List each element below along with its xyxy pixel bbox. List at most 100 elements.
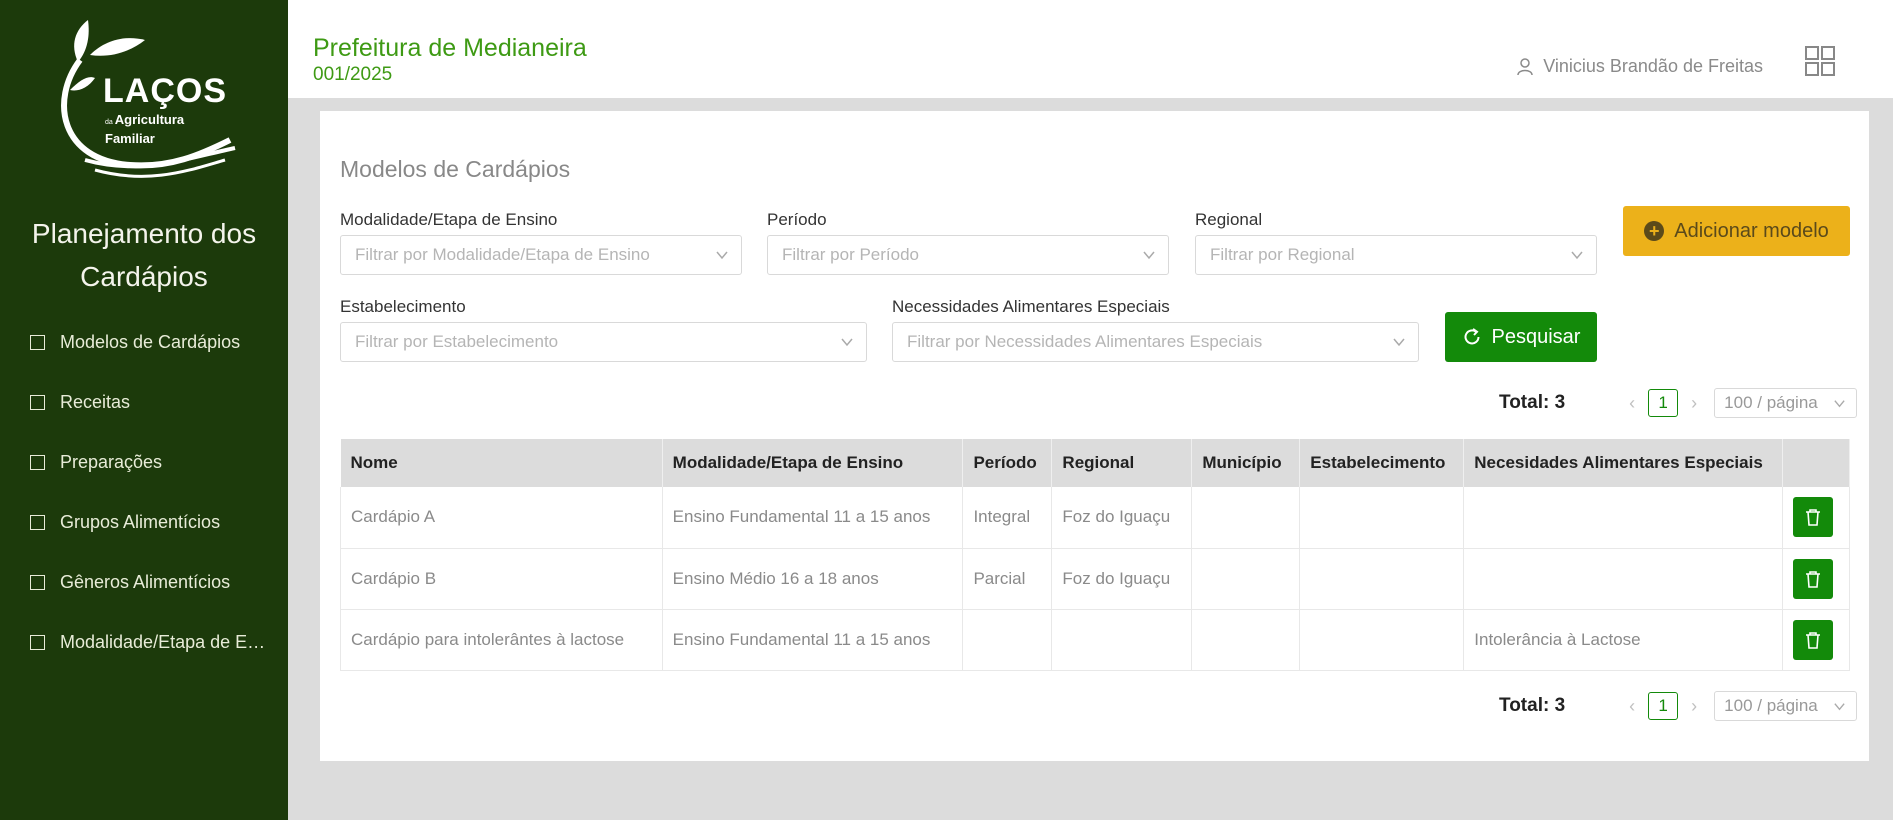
cell-necessidades <box>1463 487 1783 549</box>
search-button[interactable]: Pesquisar <box>1445 312 1597 362</box>
chevron-down-icon <box>1393 338 1405 347</box>
main-card: Modelos de Cardápios Modalidade/Etapa de… <box>320 111 1869 761</box>
trash-icon <box>1805 509 1820 527</box>
page-title: Modelos de Cardápios <box>340 156 571 182</box>
add-model-button[interactable]: + Adicionar modelo <box>1623 206 1850 256</box>
column-header[interactable]: Modalidade/Etapa de Ensino <box>662 439 964 487</box>
total-count: Total: 3 <box>1499 695 1566 716</box>
page-size-value: 100 / página <box>1724 696 1818 715</box>
cell-periodo: Integral <box>962 487 1053 549</box>
trash-icon <box>1805 631 1820 649</box>
filter-modalidade-select[interactable]: Filtrar por Modalidade/Etapa de Ensino <box>340 235 742 275</box>
cell-regional <box>1051 609 1193 671</box>
column-header-actions <box>1782 439 1851 487</box>
sidebar: LAÇOS da Agricultura Familiar Planejament… <box>0 0 288 820</box>
square-icon <box>30 634 45 650</box>
cell-actions <box>1782 609 1851 671</box>
chevron-down-icon <box>1834 703 1845 711</box>
delete-button[interactable] <box>1792 619 1833 660</box>
table-header-row: Nome Modalidade/Etapa de Ensino Período … <box>340 439 1851 487</box>
column-header[interactable]: Nome <box>340 439 663 487</box>
page-size-select[interactable]: 100 / página <box>1714 691 1858 721</box>
page-size-select[interactable]: 100 / página <box>1714 388 1858 418</box>
models-table: Nome Modalidade/Etapa de Ensino Período … <box>340 439 1851 671</box>
sidebar-item-preparacoes[interactable]: Preparações <box>30 432 280 492</box>
sidebar-item-generos-alimenticios[interactable]: Gêneros Alimentícios <box>30 552 280 612</box>
filter-label-estabelecimento: Estabelecimento <box>340 297 466 316</box>
cell-periodo: Parcial <box>962 548 1053 610</box>
sidebar-item-modelos-cardapios[interactable]: Modelos de Cardápios <box>30 312 280 372</box>
cell-actions <box>1782 487 1851 549</box>
cell-estabelecimento <box>1299 548 1465 610</box>
search-label: Pesquisar <box>1491 325 1581 348</box>
cell-nome: Cardápio B <box>340 548 663 610</box>
column-header[interactable]: Estabelecimento <box>1299 439 1465 487</box>
sidebar-item-modalidade-etapa[interactable]: Modalidade/Etapa de Ensino <box>30 612 280 672</box>
column-header[interactable]: Município <box>1191 439 1301 487</box>
logo-subtitle: da Agricultura Familiar <box>105 112 184 147</box>
select-placeholder: Filtrar por Período <box>782 245 919 264</box>
organization-code: 001/2025 <box>313 64 393 85</box>
cell-regional: Foz do Iguaçu <box>1051 487 1193 549</box>
logo-line1: Agricultura <box>114 112 185 127</box>
column-header[interactable]: Regional <box>1051 439 1193 487</box>
delete-button[interactable] <box>1792 497 1833 538</box>
chevron-left-icon[interactable]: ‹ <box>1620 696 1644 717</box>
sidebar-title: Planejamento dos Cardápios <box>0 212 288 298</box>
trash-icon <box>1805 570 1820 588</box>
filter-necessidades-select[interactable]: Filtrar por Necessidades Alimentares Esp… <box>892 322 1419 362</box>
user-menu[interactable]: Vinicius Brandão de Freitas <box>1517 56 1763 77</box>
apps-grid-icon[interactable] <box>1805 46 1835 76</box>
column-header[interactable]: Período <box>962 439 1053 487</box>
table-row[interactable]: Cardápio para intolerântes à lactose Ens… <box>340 609 1851 671</box>
page-number[interactable]: 1 <box>1648 389 1679 417</box>
filter-label-modalidade: Modalidade/Etapa de Ensino <box>340 210 558 229</box>
sidebar-item-label: Receitas <box>60 391 131 412</box>
total-count: Total: 3 <box>1499 392 1566 413</box>
select-placeholder: Filtrar por Regional <box>1210 245 1355 264</box>
cell-municipio <box>1191 548 1301 610</box>
chevron-right-icon[interactable]: › <box>1682 393 1706 414</box>
table-row[interactable]: Cardápio A Ensino Fundamental 11 a 15 an… <box>340 487 1851 549</box>
pagination-bottom: Total: 3 ‹ 1 › 100 / página <box>1499 691 1858 721</box>
cell-regional: Foz do Iguaçu <box>1051 548 1193 610</box>
organization-name: Prefeitura de Medianeira <box>313 34 587 62</box>
cell-nome: Cardápio para intolerântes à lactose <box>340 609 663 671</box>
select-placeholder: Filtrar por Estabelecimento <box>355 332 559 351</box>
pagination-top: Total: 3 ‹ 1 › 100 / página <box>1499 388 1858 418</box>
column-header[interactable]: Necesidades Alimentares Especiais <box>1463 439 1783 487</box>
sidebar-title-text: Planejamento dos Cardápios <box>31 218 257 292</box>
cell-municipio <box>1191 609 1301 671</box>
refresh-icon <box>1464 328 1480 345</box>
chevron-right-icon[interactable]: › <box>1682 696 1706 717</box>
square-icon <box>30 334 45 350</box>
cell-municipio <box>1191 487 1301 549</box>
sidebar-item-label: Modalidade/Etapa de Ensino <box>60 631 275 652</box>
sidebar-item-receitas[interactable]: Receitas <box>30 372 280 432</box>
table-row[interactable]: Cardápio B Ensino Médio 16 a 18 anos Par… <box>340 548 1851 610</box>
square-icon <box>30 514 45 530</box>
page-size-value: 100 / página <box>1724 393 1818 412</box>
square-icon <box>30 394 45 410</box>
sidebar-item-grupos-alimenticios[interactable]: Grupos Alimentícios <box>30 492 280 552</box>
logo-line2: Familiar <box>105 131 155 146</box>
cell-periodo <box>962 609 1053 671</box>
filter-regional-select[interactable]: Filtrar por Regional <box>1195 235 1597 275</box>
filter-label-regional: Regional <box>1195 210 1263 229</box>
cell-modalidade: Ensino Fundamental 11 a 15 anos <box>662 487 964 549</box>
chevron-down-icon <box>841 338 853 347</box>
top-header: Prefeitura de Medianeira 001/2025 Vinici… <box>288 0 1893 98</box>
filter-estabelecimento-select[interactable]: Filtrar por Estabelecimento <box>340 322 867 362</box>
delete-button[interactable] <box>1792 558 1833 599</box>
filter-periodo-select[interactable]: Filtrar por Período <box>767 235 1169 275</box>
add-model-label: Adicionar modelo <box>1674 219 1829 242</box>
square-icon <box>30 574 45 590</box>
sidebar-item-label: Grupos Alimentícios <box>60 511 221 532</box>
page-number[interactable]: 1 <box>1648 692 1679 720</box>
sidebar-item-label: Preparações <box>60 451 163 472</box>
cell-estabelecimento <box>1299 487 1465 549</box>
plus-circle-icon: + <box>1644 221 1665 241</box>
cell-estabelecimento <box>1299 609 1465 671</box>
chevron-left-icon[interactable]: ‹ <box>1620 393 1644 414</box>
filter-label-necessidades: Necessidades Alimentares Especiais <box>892 297 1170 316</box>
